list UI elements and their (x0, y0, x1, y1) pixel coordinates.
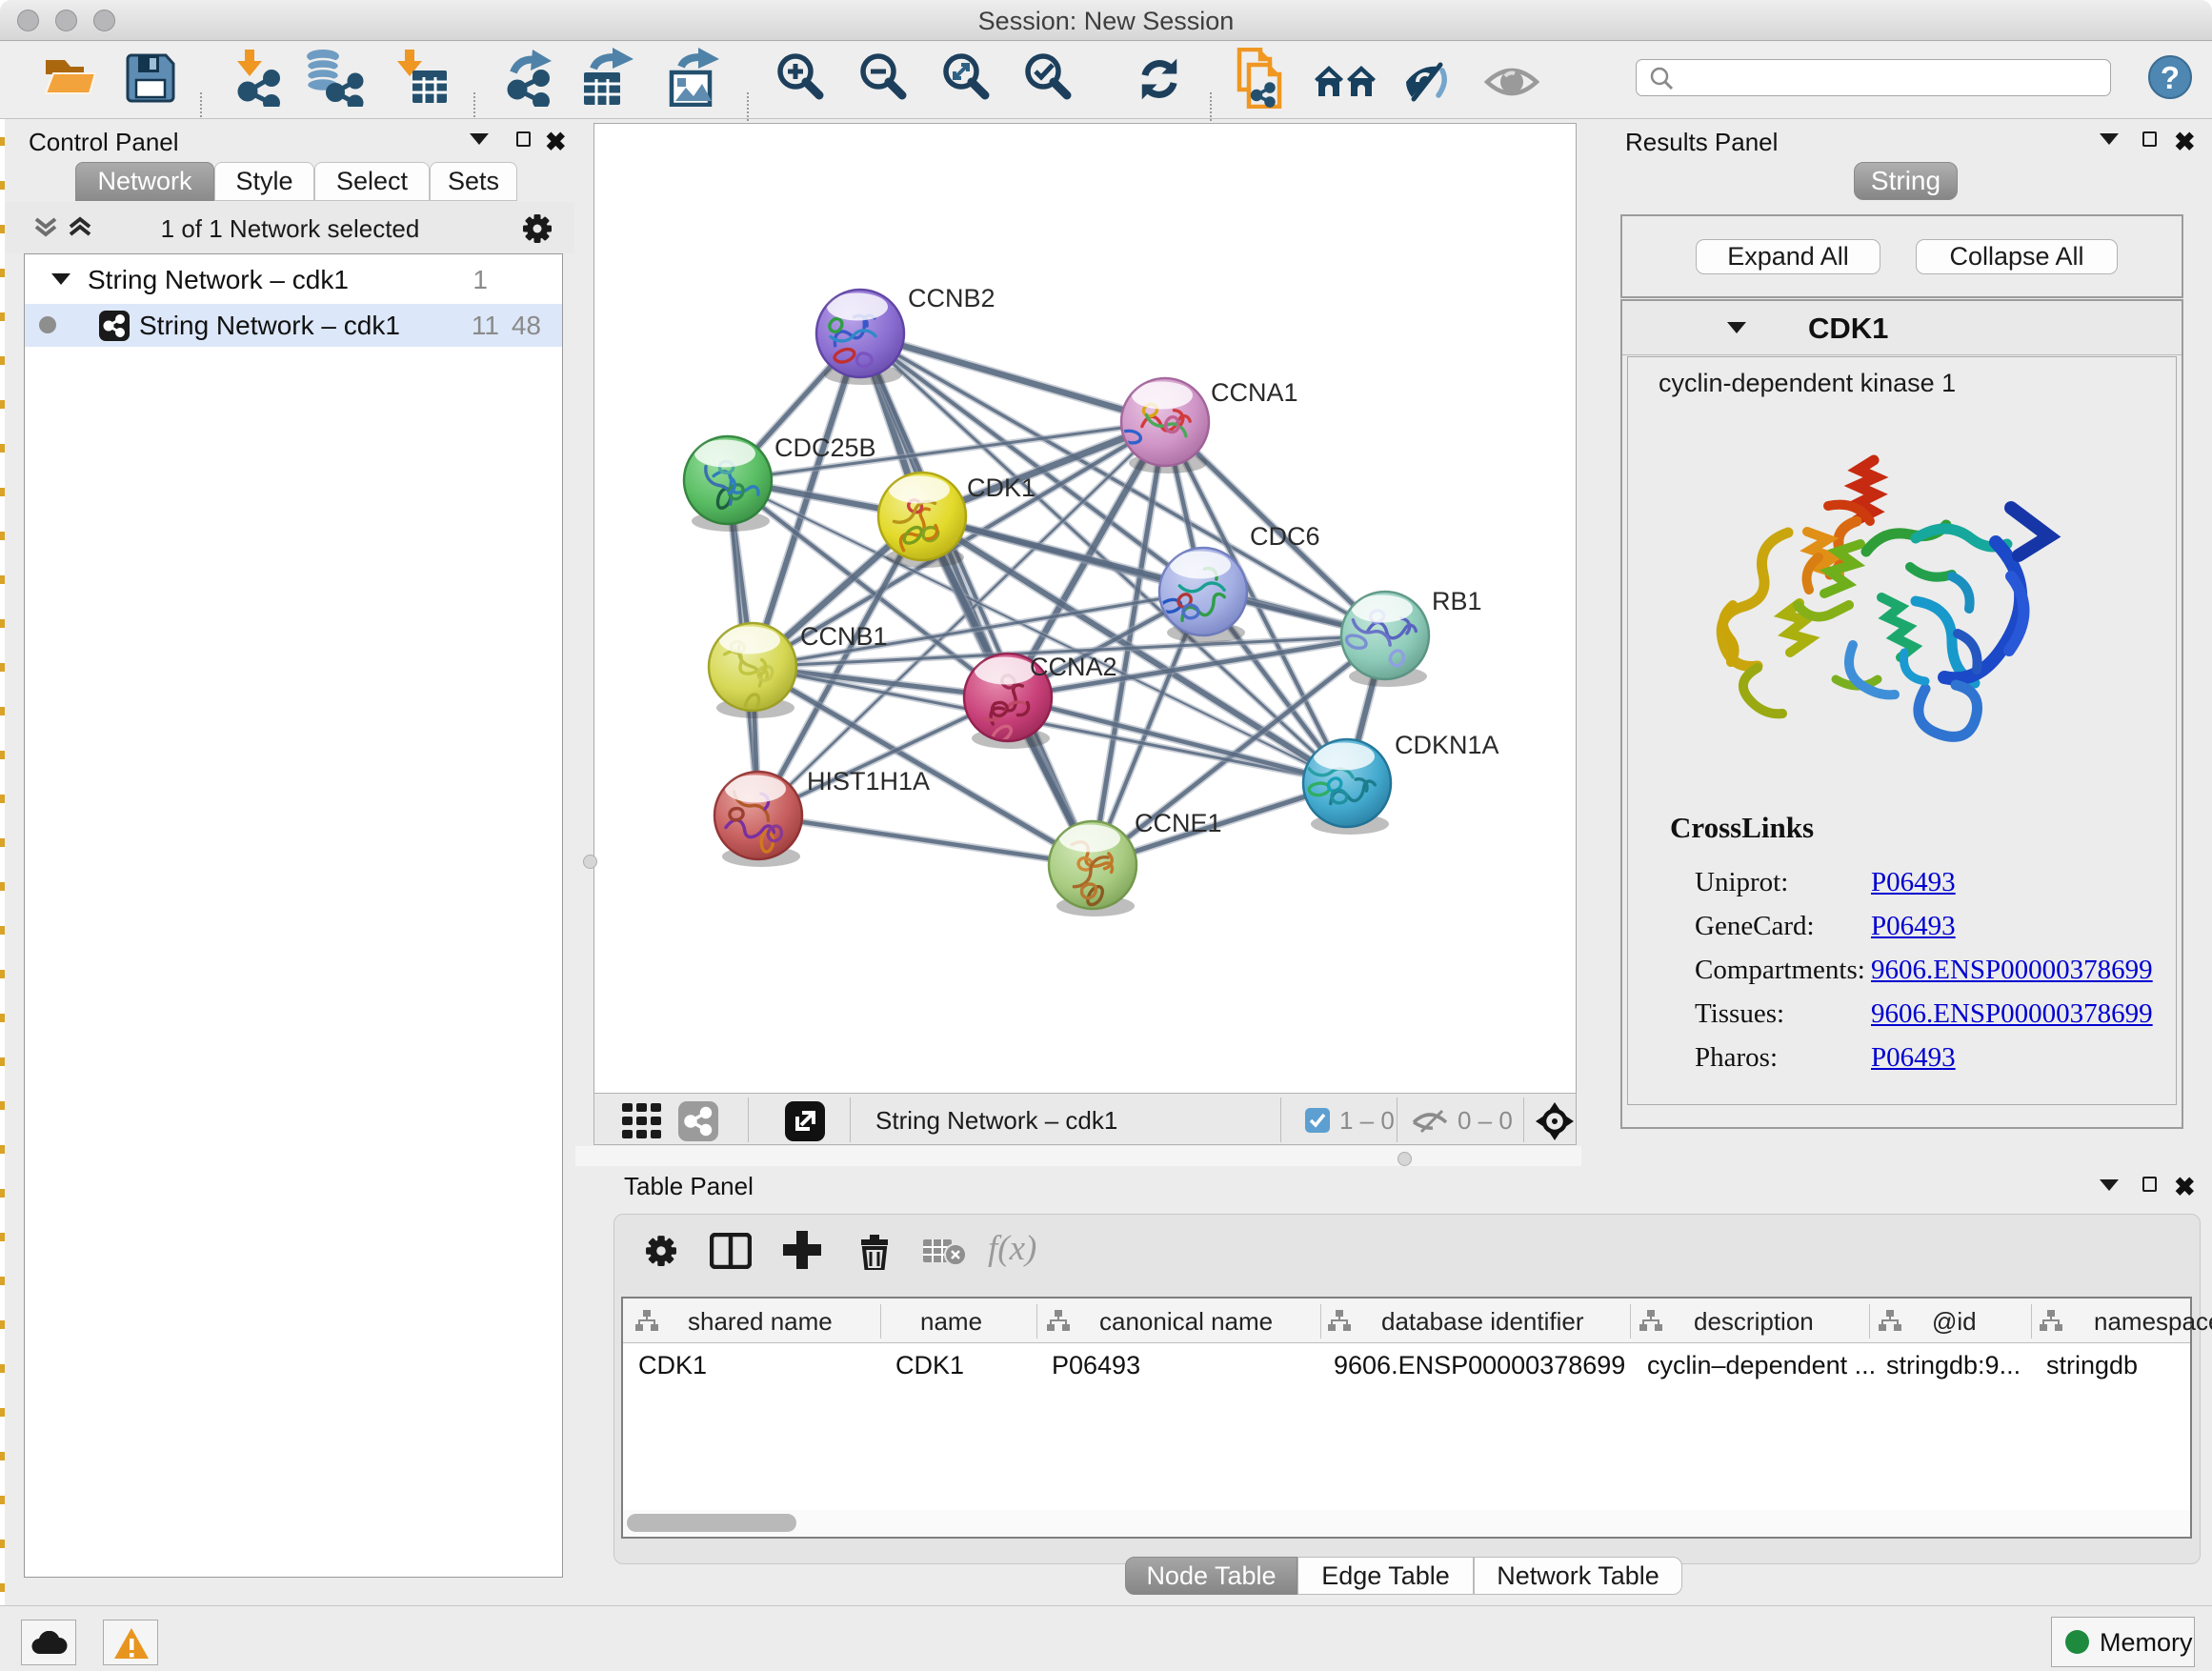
svg-text:CDK1: CDK1 (967, 473, 1036, 502)
svg-text:CCNB1: CCNB1 (800, 622, 888, 651)
svg-text:CDC25B: CDC25B (774, 433, 876, 462)
svg-text:RB1: RB1 (1432, 587, 1482, 615)
svg-text:CCNA1: CCNA1 (1211, 378, 1298, 407)
svg-text:CCNA2: CCNA2 (1030, 653, 1117, 681)
svg-text:HIST1H1A: HIST1H1A (807, 767, 930, 795)
svg-text:CDC6: CDC6 (1250, 522, 1320, 551)
svg-text:CCNB2: CCNB2 (908, 284, 995, 312)
svg-text:CDKN1A: CDKN1A (1395, 731, 1499, 759)
svg-text:CCNE1: CCNE1 (1135, 809, 1222, 837)
